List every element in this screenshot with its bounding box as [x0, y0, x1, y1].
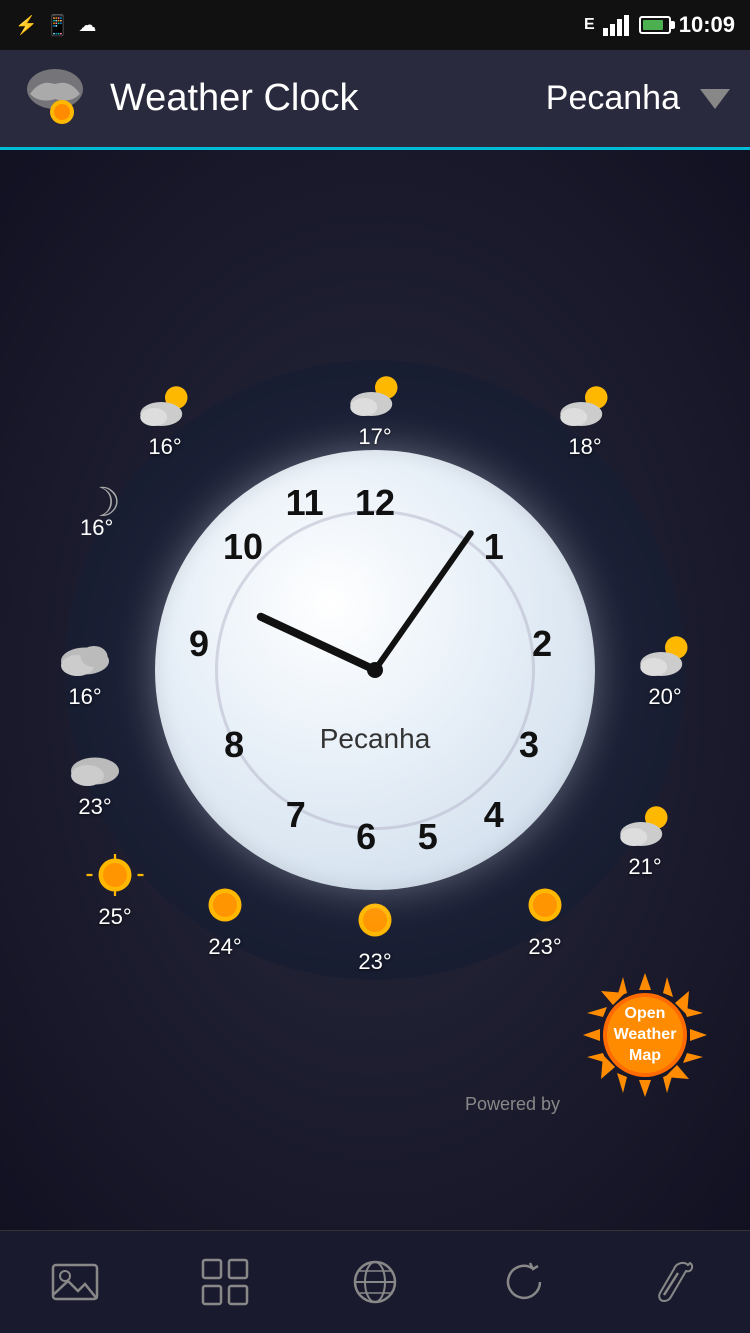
temp-bottom-center-left: 24° [208, 934, 241, 960]
clock-city-label: Pecanha [320, 723, 431, 755]
sun-icon-bottom-left [85, 850, 145, 900]
status-bar: ⚡ 📱 ☁ E 10:09 [0, 0, 750, 50]
temp-top-left: 16° [148, 434, 181, 460]
image-icon [50, 1257, 100, 1307]
clock-outer-ring: 17° 18° 16° [65, 360, 685, 980]
status-time: 10:09 [679, 12, 735, 38]
clock-num-5: 5 [418, 816, 438, 858]
bottom-wallpaper-button[interactable] [45, 1252, 105, 1312]
globe-icon [350, 1257, 400, 1307]
cloud-sun-icon-right [635, 630, 695, 680]
bottom-refresh-button[interactable] [495, 1252, 555, 1312]
temp-moon: 16° [80, 515, 113, 541]
app-title: Weather Clock [110, 77, 546, 120]
weather-item-top-right: 18° [555, 380, 615, 460]
clock-num-2: 2 [532, 623, 552, 665]
bottom-globe-button[interactable] [345, 1252, 405, 1312]
temp-bottom-right: 21° [628, 854, 661, 880]
refresh-icon [500, 1257, 550, 1307]
center-dot [367, 662, 383, 678]
clock-num-9: 9 [189, 623, 209, 665]
cloud-sun-icon-bottom-right [615, 800, 675, 850]
owm-label: Open Weather Map [605, 1004, 685, 1066]
bottom-widgets-button[interactable] [195, 1252, 255, 1312]
temp-bottom-center-right: 23° [528, 934, 561, 960]
cloud-icon-left-lower [65, 740, 125, 790]
temp-bottom-left: 25° [98, 904, 131, 930]
weather-item-left: 16° [55, 630, 115, 710]
clock-num-4: 4 [484, 794, 504, 836]
temp-top-right: 18° [568, 434, 601, 460]
cloud-icon: ☁ [78, 15, 96, 36]
signal-bars-icon [603, 14, 631, 36]
clock-num-1: 1 [484, 526, 504, 568]
sun-icon-bottom-center-right [515, 880, 575, 930]
cloud-sun-icon-top-left [135, 380, 195, 430]
sim-icon: 📱 [45, 13, 70, 38]
bottom-settings-button[interactable] [645, 1252, 705, 1312]
grid-icon [200, 1257, 250, 1307]
clock-num-3: 3 [519, 724, 539, 766]
cloud-sun-icon-top [345, 370, 405, 420]
status-left-icons: ⚡ 📱 ☁ [15, 13, 96, 38]
weather-item-moon: 16° [80, 470, 113, 541]
temp-top: 17° [358, 424, 391, 450]
weather-item-bottom-center: 23° [345, 895, 405, 975]
header-location[interactable]: Pecanha [546, 79, 680, 118]
sun-icon-bottom-center-left [195, 880, 255, 930]
clock-num-12: 12 [355, 482, 395, 524]
sun-icon-bottom-center [345, 895, 405, 945]
clock-num-6: 6 [356, 816, 376, 858]
temp-left: 16° [68, 684, 101, 710]
weather-item-top: 17° [345, 370, 405, 450]
cloud-icon-left [55, 630, 115, 680]
dropdown-arrow-icon[interactable] [700, 89, 730, 109]
bottom-bar [0, 1230, 750, 1333]
app-logo [20, 64, 90, 134]
powered-by-text: Powered by [465, 1094, 560, 1115]
weather-item-bottom-right: 21° [615, 800, 675, 880]
clock-num-10: 10 [223, 526, 263, 568]
owm-button[interactable]: Open Weather Map [580, 970, 710, 1100]
status-right-icons: E 10:09 [584, 12, 735, 38]
clock-num-8: 8 [224, 724, 244, 766]
main-content: 17° 18° 16° [0, 150, 750, 1230]
usb-icon: ⚡ [15, 15, 37, 36]
weather-item-right: 20° [635, 630, 695, 710]
weather-item-left-lower: 23° [65, 740, 125, 820]
temp-bottom-center: 23° [358, 949, 391, 975]
signal-type: E [584, 16, 595, 34]
battery-fill [643, 20, 663, 30]
clock-num-11: 11 [286, 482, 324, 524]
clock-num-7: 7 [286, 794, 306, 836]
temp-right: 20° [648, 684, 681, 710]
weather-item-bottom-center-right: 23° [515, 880, 575, 960]
weather-item-top-left: 16° [135, 380, 195, 460]
weather-item-bottom-center-left: 24° [195, 880, 255, 960]
cloud-sun-icon-top-right [555, 380, 615, 430]
app-header: Weather Clock Pecanha [0, 50, 750, 150]
wrench-icon [650, 1257, 700, 1307]
temp-left-lower: 23° [78, 794, 111, 820]
battery-icon [639, 16, 671, 34]
weather-item-bottom-left: 25° [85, 850, 145, 930]
clock-face: 12 1 2 3 4 5 6 7 8 9 10 11 Pecanha [155, 450, 595, 890]
